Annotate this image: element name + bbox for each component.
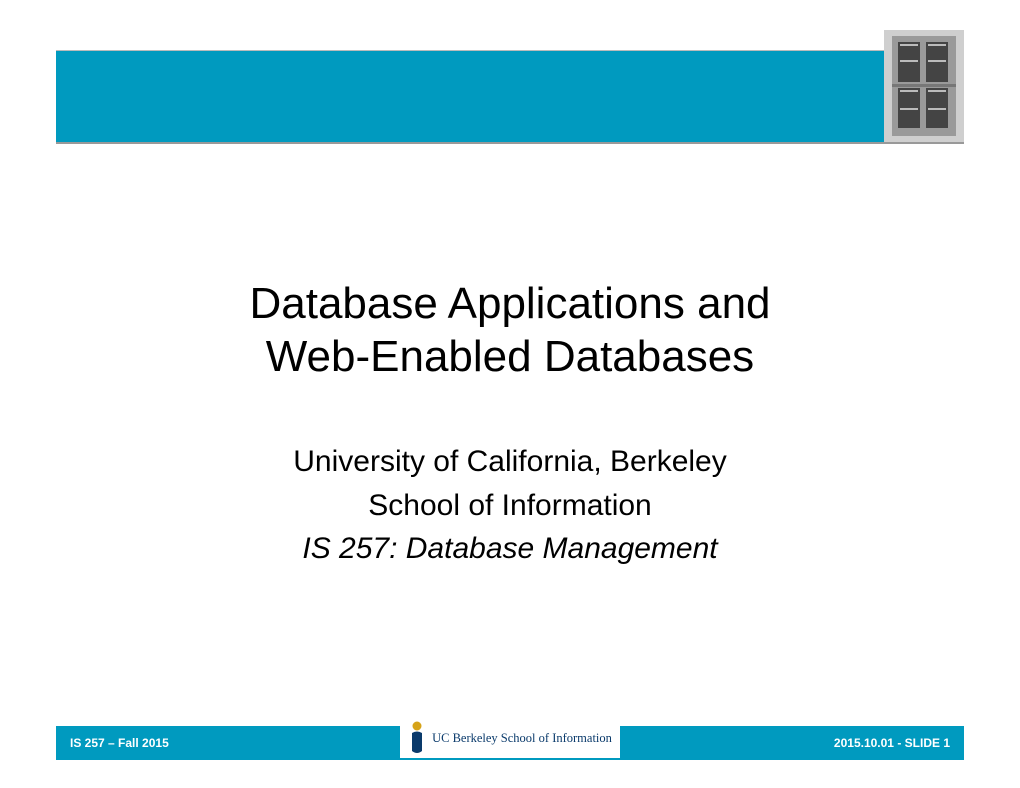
subtitle-line-3: IS 257: Database Management xyxy=(0,527,1020,571)
subtitle-line-1: University of California, Berkeley xyxy=(0,440,1020,484)
footer-logo-text: UC Berkeley School of Information xyxy=(432,731,612,746)
footer-logo: UC Berkeley School of Information xyxy=(400,718,620,758)
header-photo xyxy=(884,30,964,142)
subtitle-line-2: School of Information xyxy=(0,484,1020,528)
ischool-i-icon xyxy=(408,721,426,755)
header-band xyxy=(56,50,964,142)
footer-right-text: 2015.10.01 - SLIDE 1 xyxy=(834,736,950,750)
building-facade-image xyxy=(884,30,964,142)
title-line-1: Database Applications and xyxy=(0,278,1020,331)
footer-left-text: IS 257 – Fall 2015 xyxy=(70,736,169,750)
slide-title: Database Applications and Web-Enabled Da… xyxy=(0,278,1020,384)
title-line-2: Web-Enabled Databases xyxy=(0,331,1020,384)
slide-subtitle: University of California, Berkeley Schoo… xyxy=(0,440,1020,571)
